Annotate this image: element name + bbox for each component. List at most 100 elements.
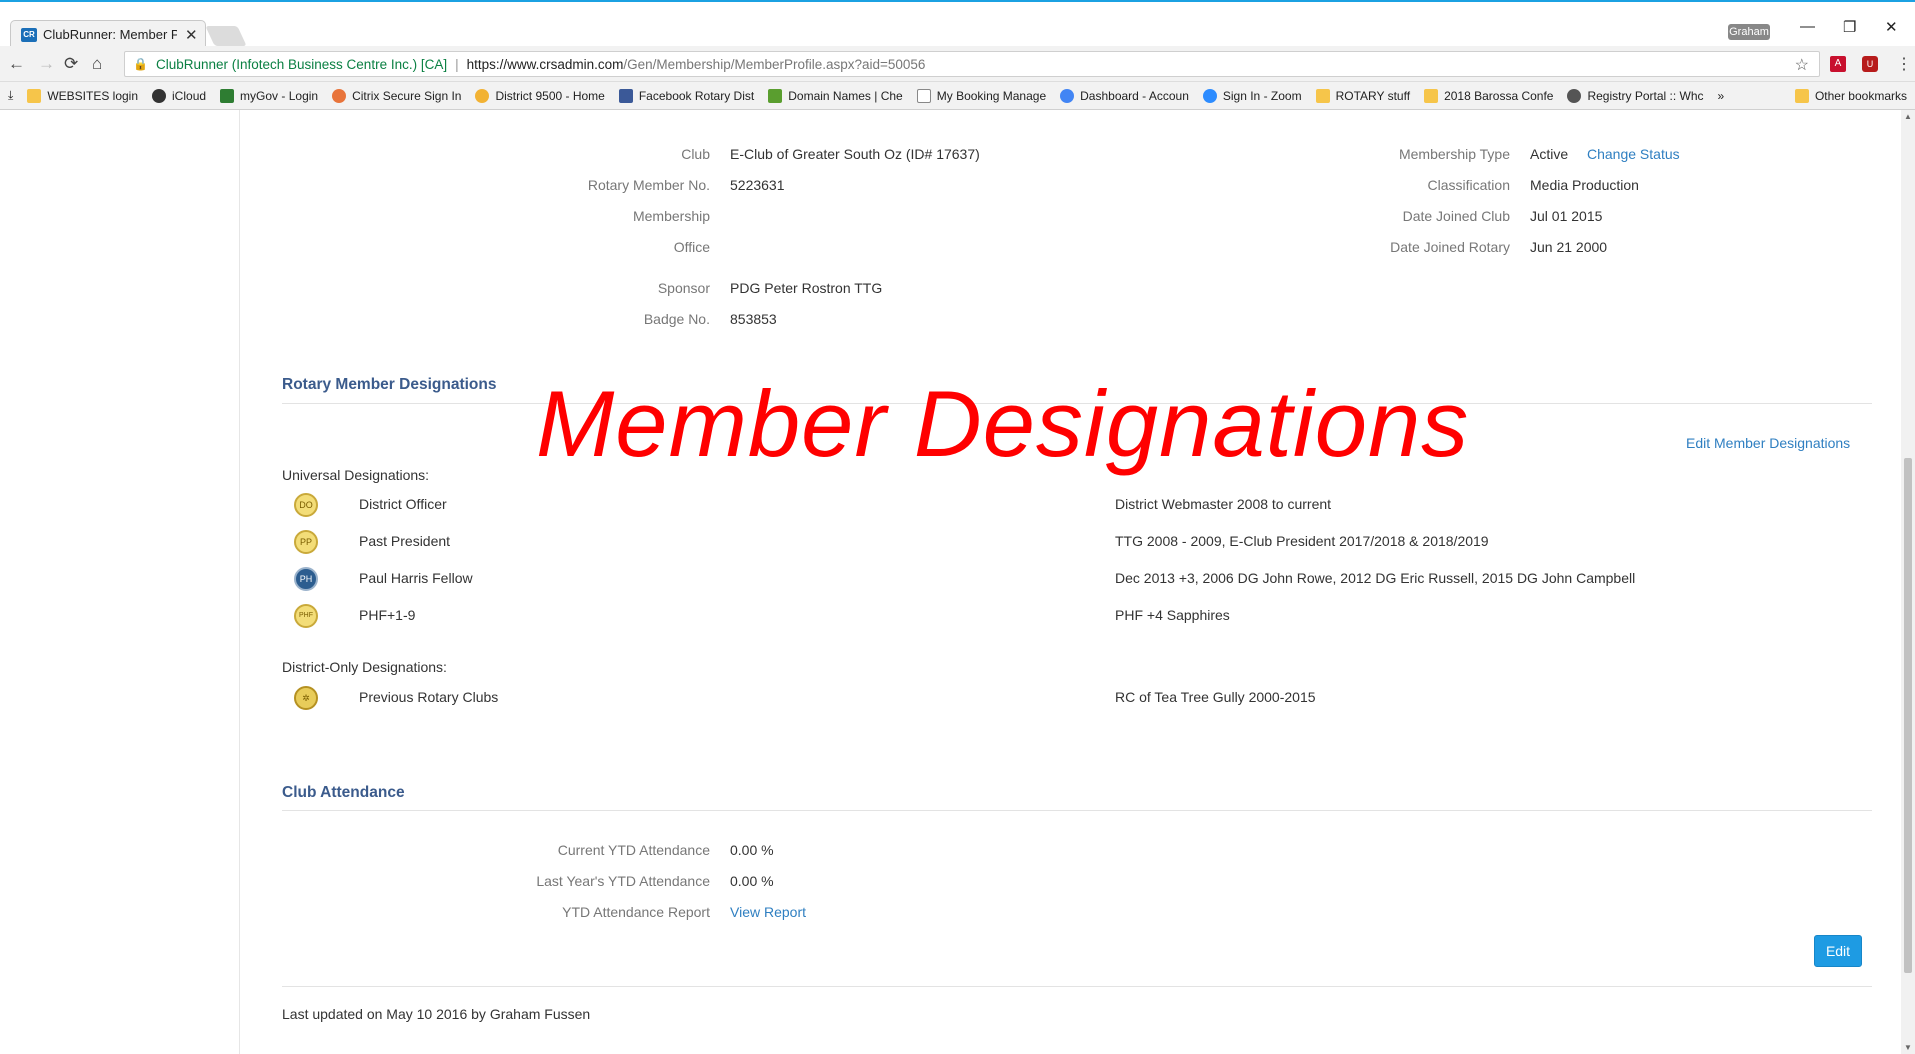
last-updated-text: Last updated on May 10 2016 by Graham Fu… xyxy=(282,1006,591,1022)
designation-row: PP Past President TTG 2008 - 2009, E-Clu… xyxy=(282,530,1872,560)
scroll-up-icon[interactable]: ▲ xyxy=(1904,112,1912,121)
bookmark-item[interactable]: Facebook Rotary Dist xyxy=(618,88,755,103)
close-tab-icon[interactable]: ✕ xyxy=(185,26,198,44)
badge-no-label: Badge No. xyxy=(643,311,710,327)
citrix-icon xyxy=(332,88,347,103)
other-bookmarks[interactable]: Other bookmarks xyxy=(1786,82,1907,109)
date-joined-rotary-value: Jun 21 2000 xyxy=(1530,239,1608,255)
scroll-down-icon[interactable]: ▼ xyxy=(1904,1043,1912,1052)
tab-strip: CR ClubRunner: Member Pr ✕ Graham — ❐ ✕ xyxy=(0,2,1915,48)
sponsor-value: PDG Peter Rostron TTG xyxy=(730,280,883,296)
bookmark-star-icon[interactable]: ☆ xyxy=(1795,55,1809,75)
bookmark-label: iCloud xyxy=(172,88,207,103)
designation-name: PHF+1-9 xyxy=(359,607,416,623)
attendance-section-title: Club Attendance xyxy=(282,784,405,801)
bookmark-item[interactable]: Domain Names | Che xyxy=(768,88,903,103)
phf-icon: PHF xyxy=(294,604,318,628)
district-designations-label: District-Only Designations: xyxy=(282,659,447,675)
url-host: https://www.crsadmin.com xyxy=(466,56,624,72)
past-president-icon: PP xyxy=(294,530,318,554)
close-window-icon[interactable]: ✕ xyxy=(1885,18,1898,36)
bookmark-item[interactable]: ROTARY stuff xyxy=(1315,88,1410,103)
url-path: /Gen/Membership/MemberProfile.aspx?aid=5… xyxy=(623,56,926,72)
date-joined-rotary-label: Date Joined Rotary xyxy=(1390,239,1510,255)
zoom-icon xyxy=(1202,88,1217,103)
edit-designations-link[interactable]: Edit Member Designations xyxy=(1686,435,1850,451)
last-year-ytd-label: Last Year's YTD Attendance xyxy=(536,873,710,889)
member-no-value: 5223631 xyxy=(730,177,785,193)
tab-title: ClubRunner: Member Pr xyxy=(43,27,177,42)
registry-icon xyxy=(1567,88,1582,103)
universal-designations-label: Universal Designations: xyxy=(282,467,430,483)
home-icon[interactable]: ⌂ xyxy=(92,54,102,74)
page-content: Club E-Club of Greater South Oz (ID# 176… xyxy=(0,110,1915,1054)
date-joined-club-label: Date Joined Club xyxy=(1402,208,1510,224)
designation-note: TTG 2008 - 2009, E-Club President 2017/2… xyxy=(1115,533,1489,549)
browser-tab[interactable]: CR ClubRunner: Member Pr ✕ xyxy=(10,20,206,48)
more-bookmarks-icon[interactable]: » xyxy=(1718,89,1725,103)
bookmarks-bar: ⤓ WEBSITES login iCloud myGov - Login Ci… xyxy=(0,82,1915,110)
rotary-wheel-icon: ✲ xyxy=(294,686,318,710)
browser-menu-icon[interactable]: ⋮ xyxy=(1896,54,1912,74)
reload-icon[interactable]: ⟳ xyxy=(64,54,78,74)
bookmark-item[interactable]: My Booking Manage xyxy=(916,88,1047,103)
profile-button[interactable]: Graham xyxy=(1728,24,1770,40)
badge-no-value: 853853 xyxy=(730,311,777,327)
minimize-icon[interactable]: — xyxy=(1800,18,1815,35)
bookmark-item[interactable]: District 9500 - Home xyxy=(475,88,605,103)
vertical-scrollbar[interactable]: ▲ ▼ xyxy=(1901,110,1915,1054)
district-icon xyxy=(475,88,490,103)
bookmark-label: My Booking Manage xyxy=(936,88,1047,103)
classification-value: Media Production xyxy=(1530,177,1639,193)
bookmark-item[interactable]: WEBSITES login xyxy=(27,88,139,103)
bookmark-label: Facebook Rotary Dist xyxy=(638,88,755,103)
lock-icon: 🔒 xyxy=(133,57,148,71)
district-officer-icon: DO xyxy=(294,493,318,517)
folder-icon xyxy=(1315,88,1330,103)
bookmark-label: Citrix Secure Sign In xyxy=(352,88,462,103)
designation-name: Paul Harris Fellow xyxy=(359,570,473,586)
facebook-icon xyxy=(618,88,633,103)
pdf-extension-icon[interactable]: A xyxy=(1830,56,1846,72)
bookmark-item[interactable]: Sign In - Zoom xyxy=(1202,88,1302,103)
sponsor-label: Sponsor xyxy=(657,280,710,296)
designation-name: District Officer xyxy=(359,496,447,512)
date-joined-club-value: Jul 01 2015 xyxy=(1530,208,1603,224)
edit-button[interactable]: Edit xyxy=(1814,935,1862,967)
bookmark-item[interactable]: Citrix Secure Sign In xyxy=(332,88,462,103)
last-year-ytd-value: 0.00 % xyxy=(730,873,774,889)
mygov-icon xyxy=(220,88,235,103)
folder-icon xyxy=(1424,88,1439,103)
bookmark-item[interactable]: Registry Portal :: Whc xyxy=(1567,88,1704,103)
bookmark-label: Dashboard - Accoun xyxy=(1080,88,1189,103)
downloads-icon[interactable]: ⤓ xyxy=(8,88,13,103)
folder-icon xyxy=(1794,89,1809,103)
restore-icon[interactable]: ❐ xyxy=(1843,18,1856,36)
current-ytd-label: Current YTD Attendance xyxy=(557,842,710,858)
designation-note: District Webmaster 2008 to current xyxy=(1115,496,1332,512)
bookmark-item[interactable]: 2018 Barossa Confe xyxy=(1424,88,1554,103)
bookmark-label: WEBSITES login xyxy=(47,88,139,103)
bookmark-label: District 9500 - Home xyxy=(495,88,605,103)
forward-icon[interactable]: → xyxy=(38,54,55,74)
new-tab-button[interactable] xyxy=(205,26,247,46)
bookmark-label: 2018 Barossa Confe xyxy=(1444,88,1554,103)
classification-label: Classification xyxy=(1427,177,1510,193)
folder-icon xyxy=(27,88,42,103)
ytd-report-label: YTD Attendance Report xyxy=(562,904,710,920)
domain-icon xyxy=(768,88,783,103)
back-icon[interactable]: ← xyxy=(8,54,25,74)
bookmark-item[interactable]: myGov - Login xyxy=(220,88,318,103)
designation-row: PH Paul Harris Fellow Dec 2013 +3, 2006 … xyxy=(282,567,1872,597)
bookmark-label: Registry Portal :: Whc xyxy=(1587,88,1704,103)
bookmark-item[interactable]: Dashboard - Accoun xyxy=(1060,88,1189,103)
scroll-thumb[interactable] xyxy=(1904,458,1912,973)
address-bar[interactable]: 🔒 ClubRunner (Infotech Business Centre I… xyxy=(124,51,1820,77)
bookmark-label: Domain Names | Che xyxy=(788,88,903,103)
view-report-link[interactable]: View Report xyxy=(730,904,806,920)
designations-section-title: Rotary Member Designations xyxy=(282,376,497,393)
change-status-link[interactable]: Change Status xyxy=(1587,146,1680,162)
bookmark-item[interactable]: iCloud xyxy=(152,88,207,103)
extension-icon[interactable]: U xyxy=(1862,56,1878,72)
paul-harris-icon: PH xyxy=(294,567,318,591)
